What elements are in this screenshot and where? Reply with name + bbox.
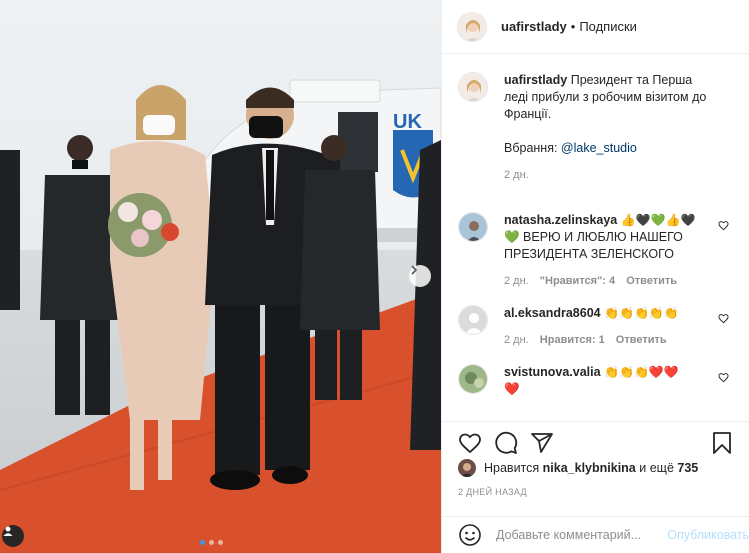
publish-button[interactable]: Опубликовать bbox=[667, 528, 749, 542]
like-comment-icon[interactable] bbox=[718, 220, 729, 231]
comment-likes[interactable]: Нравится: 1 bbox=[540, 334, 605, 346]
tagged-users-button[interactable] bbox=[2, 525, 24, 547]
post-photo[interactable]: UK bbox=[0, 0, 441, 553]
comment-emoji: 👍🖤💚👍🖤 bbox=[620, 213, 696, 227]
post-actions bbox=[442, 421, 749, 457]
save-button[interactable] bbox=[711, 431, 733, 455]
share-button[interactable] bbox=[530, 431, 554, 455]
likes-summary: Нравится nika_klybnikina и ещё 735 bbox=[458, 459, 733, 477]
comment-likes[interactable]: "Нравится": 4 bbox=[540, 275, 615, 287]
next-photo-button[interactable] bbox=[409, 265, 431, 287]
avatar-image bbox=[458, 12, 486, 41]
caption-text-block: uafirstlady Президент та Перша леді приб… bbox=[504, 72, 714, 123]
likes-prefix: Нравится bbox=[484, 461, 540, 475]
post-side-panel: uafirstlady • Подписки uafirstlady Прези… bbox=[441, 0, 749, 553]
comment-meta: 2 дн. Нравится: 1 Ответить bbox=[504, 332, 714, 349]
comment-username[interactable]: natasha.zelinskaya bbox=[504, 213, 617, 227]
caption-credit-link[interactable]: @lake_studio bbox=[561, 141, 637, 155]
comment-text: 💚 ВЕРЮ И ЛЮБЛЮ НАШЕГО ПРЕЗИДЕНТА ЗЕЛЕНСК… bbox=[504, 230, 683, 261]
post-header: uafirstlady • Подписки bbox=[442, 0, 749, 54]
comment-time[interactable]: 2 дн. bbox=[504, 275, 529, 287]
comment-username[interactable]: svistunova.valia bbox=[504, 365, 601, 379]
comment-emoji: 👏👏👏❤️❤️ bbox=[604, 365, 679, 379]
carousel-dot bbox=[209, 540, 214, 545]
comment-text: ❤️ bbox=[504, 382, 520, 396]
following-button[interactable]: Подписки bbox=[579, 19, 637, 34]
avatar-image bbox=[459, 365, 487, 393]
heart-icon bbox=[459, 433, 481, 453]
likes-count[interactable]: 735 bbox=[677, 461, 698, 475]
comment-reply-button[interactable]: Ответить bbox=[626, 275, 677, 287]
comment-item: natasha.zelinskaya 👍🖤💚👍🖤 💚 ВЕРЮ И ЛЮБЛЮ … bbox=[442, 212, 749, 290]
likes-middle: и ещё bbox=[639, 461, 674, 475]
comment-button[interactable] bbox=[494, 431, 518, 455]
add-comment-bar: Опубликовать bbox=[442, 516, 749, 553]
comment-avatar[interactable] bbox=[458, 212, 488, 242]
carousel-dots bbox=[200, 540, 223, 545]
comment-time[interactable]: 2 дн. bbox=[504, 334, 529, 346]
tagged-user-icon bbox=[3, 526, 13, 536]
next-arrow-icon bbox=[411, 265, 418, 275]
comment-input[interactable] bbox=[496, 528, 666, 542]
emoji-button[interactable] bbox=[458, 523, 482, 547]
comment-item: al.eksandra8604 👏👏👏👏👏 2 дн. Нравится: 1 … bbox=[442, 305, 749, 349]
like-comment-icon[interactable] bbox=[718, 372, 729, 383]
svg-text:UK: UK bbox=[393, 111, 422, 133]
emoji-icon bbox=[459, 524, 481, 546]
caption-credit-prefix: Вбрання: bbox=[504, 141, 561, 155]
caption-username[interactable]: uafirstlady bbox=[504, 73, 567, 87]
avatar-image bbox=[459, 213, 487, 241]
comment-icon bbox=[495, 431, 518, 454]
liker-avatar[interactable] bbox=[458, 459, 476, 477]
caption: uafirstlady Президент та Перша леді приб… bbox=[442, 72, 749, 184]
comment-emoji: 👏👏👏👏👏 bbox=[604, 306, 679, 320]
caption-credit: Вбрання: @lake_studio bbox=[504, 140, 714, 157]
carousel-dot-active bbox=[200, 540, 205, 545]
comment-body: al.eksandra8604 👏👏👏👏👏 2 дн. Нравится: 1 … bbox=[504, 305, 714, 349]
carousel-dot bbox=[218, 540, 223, 545]
author-username[interactable]: uafirstlady bbox=[501, 19, 567, 34]
avatar-image bbox=[458, 459, 476, 477]
comment-body: svistunova.valia 👏👏👏❤️❤️ ❤️ bbox=[504, 364, 714, 398]
post-timestamp[interactable]: 2 ДНЕЙ НАЗАД bbox=[458, 487, 527, 497]
caption-body: uafirstlady Президент та Перша леді приб… bbox=[504, 72, 714, 184]
default-avatar-icon bbox=[459, 306, 487, 334]
comment-body: natasha.zelinskaya 👍🖤💚👍🖤 💚 ВЕРЮ И ЛЮБЛЮ … bbox=[504, 212, 714, 290]
caption-meta: 2 дн. bbox=[504, 167, 714, 184]
comment-avatar[interactable] bbox=[458, 305, 488, 335]
likes-user[interactable]: nika_klybnikina bbox=[543, 461, 636, 475]
caption-avatar[interactable] bbox=[458, 72, 488, 102]
bookmark-icon bbox=[713, 431, 731, 454]
comment-meta: 2 дн. "Нравится": 4 Ответить bbox=[504, 273, 714, 290]
comment-reply-button[interactable]: Ответить bbox=[616, 334, 667, 346]
header-separator: • bbox=[570, 19, 576, 34]
comment-username[interactable]: al.eksandra8604 bbox=[504, 306, 601, 320]
photo-illustration: UK bbox=[0, 0, 441, 553]
author-avatar[interactable] bbox=[457, 11, 487, 42]
share-icon bbox=[531, 432, 553, 453]
comment-avatar[interactable] bbox=[458, 364, 488, 394]
comment-item: svistunova.valia 👏👏👏❤️❤️ ❤️ bbox=[442, 364, 749, 398]
like-button[interactable] bbox=[458, 431, 482, 455]
like-comment-icon[interactable] bbox=[718, 313, 729, 324]
avatar-image bbox=[459, 73, 487, 101]
comments-list[interactable]: uafirstlady Президент та Перша леді приб… bbox=[442, 72, 749, 412]
caption-time[interactable]: 2 дн. bbox=[504, 169, 529, 181]
